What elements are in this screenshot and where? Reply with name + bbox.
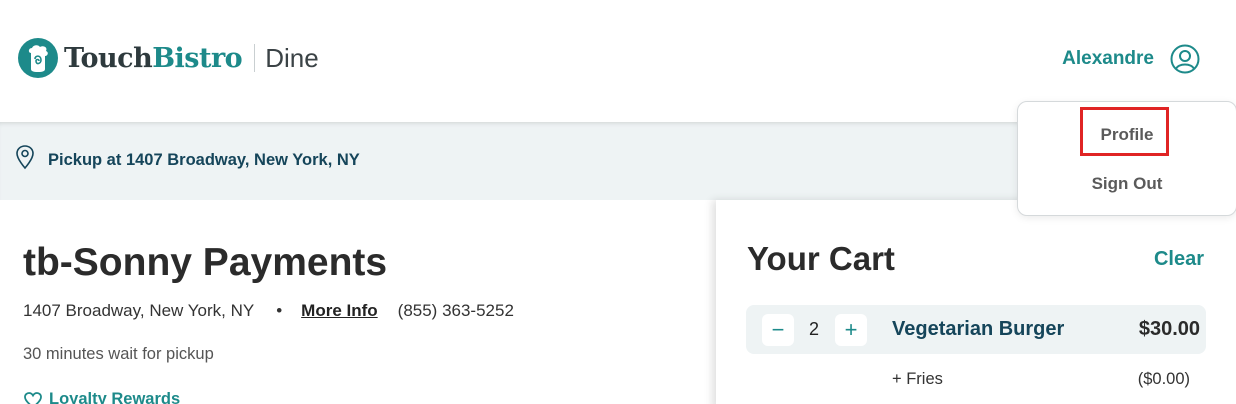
item-modifier-price: ($0.00)	[1137, 370, 1190, 388]
decrease-quantity-button[interactable]: −	[762, 314, 794, 346]
restaurant-address: 1407 Broadway, New York, NY	[23, 301, 255, 320]
cart-panel: Your Cart Clear − 2 + Vegetarian Burger …	[716, 200, 1236, 404]
location-pin-icon	[16, 145, 34, 170]
product-name: Dine	[265, 42, 319, 73]
loyalty-rewards-label[interactable]: Loyalty Rewards	[49, 390, 180, 404]
cart-item: − 2 + Vegetarian Burger $30.00	[746, 305, 1206, 354]
page: TouchBistro Dine Alexandre Pickup at 140…	[0, 0, 1236, 404]
brand-touch: Touch	[64, 42, 153, 74]
separator-dot: •	[276, 301, 283, 320]
loyalty-rewards-link[interactable]: Loyalty Rewards	[23, 390, 180, 404]
menu-item-profile[interactable]: Profile	[1018, 125, 1236, 145]
user-name[interactable]: Alexandre	[1062, 48, 1154, 70]
brand-wordmark: TouchBistro	[64, 42, 243, 74]
restaurant-name: tb-Sonny Payments	[23, 241, 388, 284]
restaurant-phone: (855) 363-5252	[397, 301, 514, 320]
clear-cart-button[interactable]: Clear	[1154, 248, 1204, 271]
restaurant-info: tb-Sonny Payments 1407 Broadway, New Yor…	[23, 240, 703, 404]
item-price: $30.00	[1138, 318, 1200, 340]
heart-icon	[24, 391, 42, 404]
logo-divider	[254, 44, 256, 72]
restaurant-details: 1407 Broadway, New York, NY • More Info …	[23, 301, 514, 321]
user-avatar-icon[interactable]	[1170, 44, 1200, 74]
touchbistro-logo[interactable]: TouchBistro Dine	[18, 38, 319, 78]
more-info-link[interactable]: More Info	[301, 301, 378, 321]
brand-bistro: Bistro	[152, 42, 243, 74]
item-name[interactable]: Vegetarian Burger	[892, 318, 1064, 341]
item-quantity: 2	[809, 319, 820, 339]
item-modifier-name: + Fries	[892, 370, 943, 388]
increase-quantity-button[interactable]: +	[835, 314, 867, 346]
cart-title: Your Cart	[747, 240, 895, 277]
user-dropdown-menu: Profile Sign Out	[1017, 101, 1236, 216]
menu-item-sign-out[interactable]: Sign Out	[1018, 174, 1236, 194]
chef-logo-icon	[18, 38, 58, 78]
user-account-button[interactable]: Alexandre	[1062, 44, 1200, 74]
pickup-wait-time: 30 minutes wait for pickup	[23, 345, 214, 363]
pickup-location-text: Pickup at 1407 Broadway, New York, NY	[48, 151, 360, 169]
